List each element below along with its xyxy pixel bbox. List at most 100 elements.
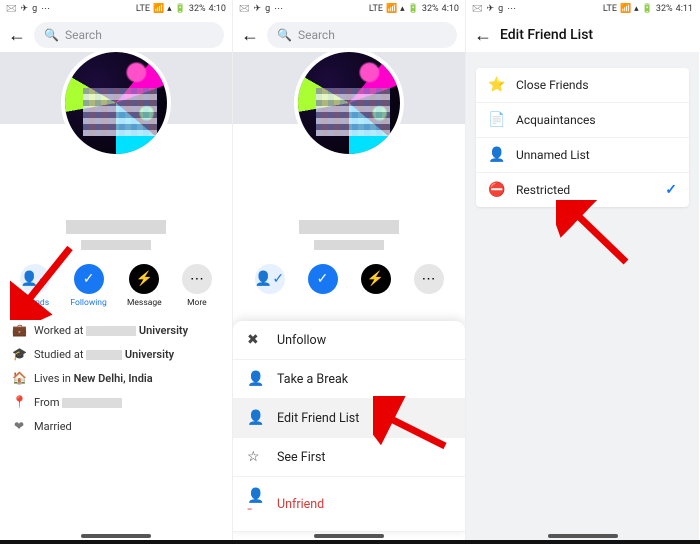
person-icon: 👤	[247, 371, 265, 387]
unfollow-icon: ✖	[247, 332, 265, 348]
home-icon: 🏠	[12, 371, 26, 385]
more-button-2[interactable]: ⋯	[414, 264, 444, 294]
top-bar-3: ← Edit Friend List	[466, 18, 699, 52]
star-icon: ☆	[247, 449, 265, 465]
battery-icon: 🔋	[175, 5, 186, 14]
name-censored-2	[299, 220, 399, 234]
sheet-see-first[interactable]: ☆ See First	[233, 438, 465, 477]
search-icon: 🔍	[277, 28, 292, 42]
message-button-2[interactable]: ⚡	[361, 264, 391, 294]
profile-actions: 👤✓ Friends ✓ Following ⚡ Message ⋯ More	[0, 258, 232, 314]
name-censored	[66, 220, 166, 234]
search-icon: 🔍	[44, 28, 59, 42]
graduation-icon: 🎓	[12, 347, 26, 361]
about-from[interactable]: 📍 From	[12, 390, 220, 414]
friends-button[interactable]: 👤✓ Friends	[20, 264, 50, 308]
friends-icon: 👤✓	[255, 264, 285, 294]
following-icon: ✓	[308, 264, 338, 294]
person-fill-icon: 👤	[247, 410, 265, 426]
avatar-censored	[83, 88, 157, 136]
app-icon: g	[498, 5, 503, 14]
subname-censored-2	[314, 240, 384, 250]
restricted-icon: ⛔	[488, 182, 506, 198]
nav-pill-2	[314, 534, 384, 538]
following-icon: ✓	[74, 264, 104, 294]
clock-1: 4:10	[209, 4, 226, 14]
messenger-icon: ⚡	[129, 264, 159, 294]
more-status-icon: ⋯	[507, 5, 516, 14]
about-married[interactable]: ❤ Married	[12, 414, 220, 438]
notif-icon: 🖂	[472, 5, 483, 14]
sheet-take-break[interactable]: 👤 Take a Break	[233, 360, 465, 399]
screen-friend-list: 🖂 ✈ g ⋯ LTE 📶 ▴ 🔋 32% 4:11 ← Edit Friend…	[466, 0, 699, 540]
profile-avatar-2[interactable]	[294, 48, 404, 158]
battery-icon: 🔋	[408, 5, 419, 14]
list-close-friends[interactable]: ⭐ Close Friends	[476, 68, 689, 103]
status-bar-2: 🖂 ✈ g ⋯ LTE 📶 ▴ 🔋 32% 4:10	[233, 0, 465, 18]
list-restricted[interactable]: ⛔ Restricted ✓	[476, 173, 689, 207]
search-input[interactable]: 🔍 Search	[34, 22, 224, 48]
avatar-wrap	[61, 48, 171, 158]
about-work[interactable]: 💼 Worked at University	[12, 318, 220, 342]
about-lives[interactable]: 🏠 Lives in New Delhi, India	[12, 366, 220, 390]
subname-censored	[81, 240, 151, 250]
back-arrow-icon[interactable]: ←	[241, 25, 259, 46]
tutorial-arrow-3	[556, 200, 636, 270]
back-arrow-icon[interactable]: ←	[474, 25, 492, 46]
page-title: Edit Friend List	[500, 27, 593, 43]
person-remove-icon: 👤⁻	[247, 488, 265, 520]
star-fill-icon: ⭐	[488, 77, 506, 93]
friends-button-2[interactable]: 👤✓	[255, 264, 285, 294]
nav-pill	[81, 534, 151, 538]
app-icon: g	[265, 5, 270, 14]
lte-label: LTE	[369, 5, 383, 14]
bottom-sheet: ✖ Unfollow 👤 Take a Break 👤 Edit Friend …	[233, 321, 465, 532]
more-button[interactable]: ⋯ More	[182, 264, 212, 308]
list-icon: 📄	[488, 112, 506, 128]
status-bar-3: 🖂 ✈ g ⋯ LTE 📶 ▴ 🔋 32% 4:11	[466, 0, 699, 18]
following-button-2[interactable]: ✓	[308, 264, 338, 294]
message-button[interactable]: ⚡ Message	[127, 264, 162, 308]
more-status-icon: ⋯	[274, 5, 283, 14]
profile-name-block	[0, 220, 232, 250]
profile-actions-2: 👤✓ ✓ ⚡ ⋯	[233, 258, 465, 300]
signal-icon: ▴	[634, 5, 639, 14]
messenger-icon: ⚡	[361, 264, 391, 294]
battery-pct: 32%	[189, 4, 206, 14]
notif-icon: 🖂	[239, 5, 250, 14]
signal-icon: ▴	[400, 5, 405, 14]
telegram-icon: ✈	[254, 5, 262, 14]
bottom-border	[0, 540, 700, 544]
battery-pct: 32%	[656, 4, 673, 14]
about-section: 💼 Worked at University 🎓 Studied at Univ…	[0, 318, 232, 438]
wifi-icon: 📶	[620, 5, 631, 14]
back-arrow-icon[interactable]: ←	[8, 25, 26, 46]
list-acquaintances[interactable]: 📄 Acquaintances	[476, 103, 689, 138]
about-study[interactable]: 🎓 Studied at University	[12, 342, 220, 366]
sheet-unfriend[interactable]: 👤⁻ Unfriend	[233, 477, 465, 532]
heart-icon: ❤	[12, 419, 26, 433]
screen-sheet: 🖂 ✈ g ⋯ LTE 📶 ▴ 🔋 32% 4:10 ← 🔍 Search	[233, 0, 466, 540]
friends-icon: 👤✓	[20, 264, 50, 294]
more-icon: ⋯	[414, 264, 444, 294]
sheet-edit-friend-list[interactable]: 👤 Edit Friend List	[233, 399, 465, 438]
status-bar: 🖂 ✈ g ⋯ LTE 📶 ▴ 🔋 32% 4:10	[0, 0, 232, 18]
battery-pct: 32%	[422, 4, 439, 14]
list-unnamed[interactable]: 👤 Unnamed List	[476, 138, 689, 173]
profile-avatar[interactable]	[61, 48, 171, 158]
friend-list-card: ⭐ Close Friends 📄 Acquaintances 👤 Unname…	[476, 68, 689, 207]
app-icon: g	[32, 5, 37, 14]
clock-3: 4:11	[676, 4, 693, 14]
telegram-icon: ✈	[487, 5, 495, 14]
more-icon: ⋯	[182, 264, 212, 294]
briefcase-icon: 💼	[12, 323, 26, 337]
lte-label: LTE	[136, 5, 150, 14]
sheet-unfollow[interactable]: ✖ Unfollow	[233, 321, 465, 360]
top-bar-2: ← 🔍 Search	[233, 18, 465, 52]
nav-pill-3	[548, 534, 618, 538]
following-button[interactable]: ✓ Following	[70, 264, 106, 308]
more-status-icon: ⋯	[41, 5, 50, 14]
search-input-2[interactable]: 🔍 Search	[267, 22, 457, 48]
screen-profile: 🖂 ✈ g ⋯ LTE 📶 ▴ 🔋 32% 4:10 ← 🔍 Search	[0, 0, 233, 540]
search-placeholder-2: Search	[298, 28, 335, 42]
